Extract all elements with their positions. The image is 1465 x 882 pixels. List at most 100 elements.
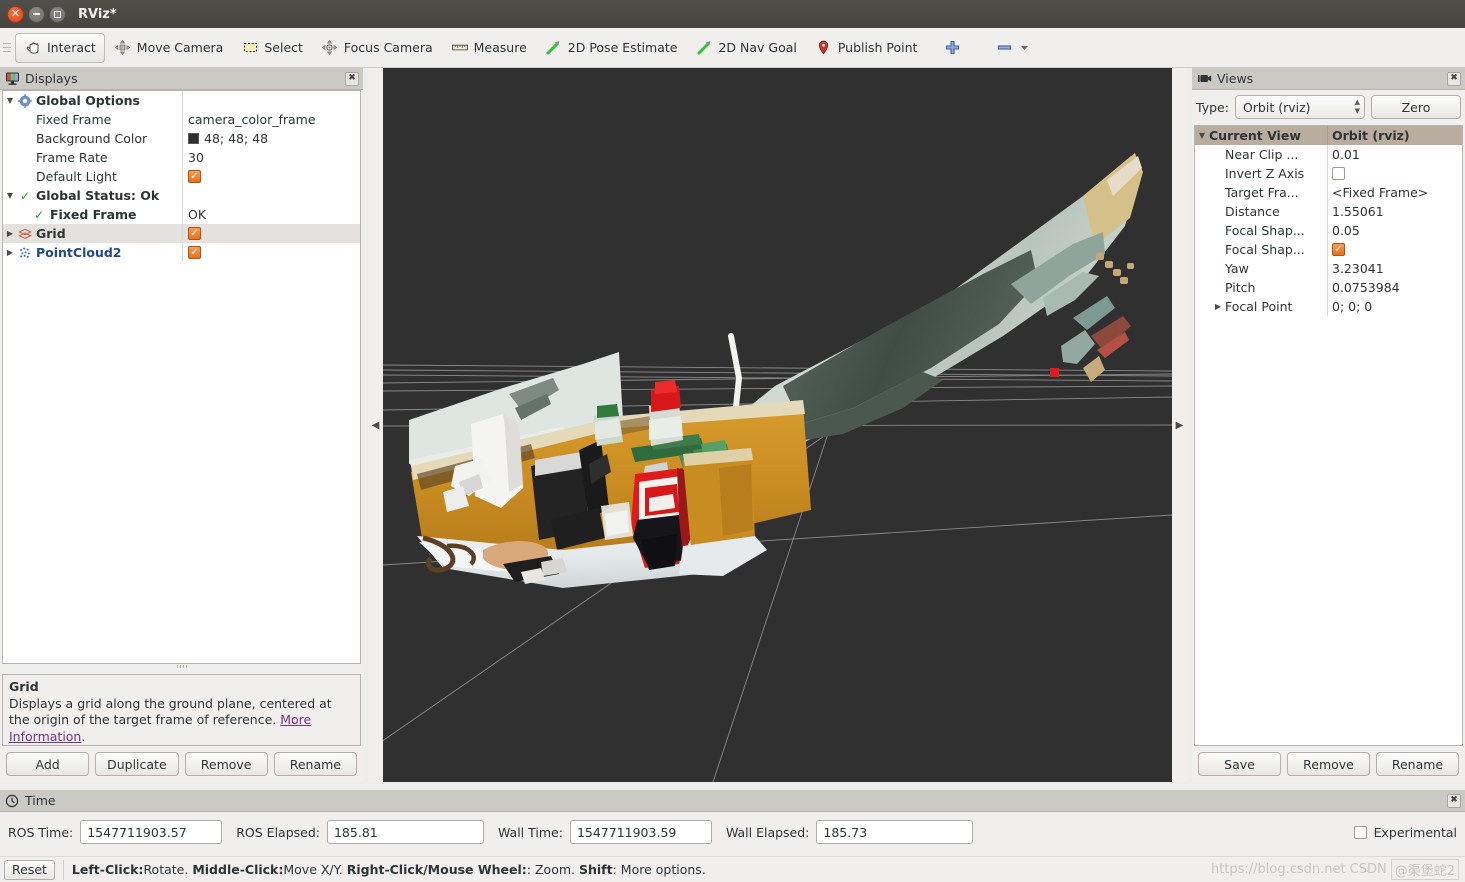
views-value-distance[interactable]: 1.55061 bbox=[1328, 202, 1462, 221]
collapse-right-panel-handle[interactable]: ▶ bbox=[1172, 68, 1187, 782]
tool-focus-camera[interactable]: Focus Camera bbox=[312, 33, 442, 63]
views-row-yaw[interactable]: Yaw 3.23041 bbox=[1195, 259, 1462, 278]
rename-button[interactable]: Rename bbox=[273, 752, 357, 776]
minimize-icon[interactable] bbox=[28, 5, 45, 23]
tree-row-global-status[interactable]: ▼ ✓ Global Status: Ok bbox=[3, 186, 360, 205]
checkbox-default-light[interactable]: ✓ bbox=[188, 170, 201, 183]
remove-button[interactable]: Remove bbox=[184, 752, 268, 776]
spinner-arrows-icon[interactable]: ▲ ▼ bbox=[1355, 99, 1360, 115]
status-bar: Reset Left-Click: Rotate. Middle-Click: … bbox=[0, 856, 1465, 882]
checkbox-grid[interactable]: ✓ bbox=[188, 227, 201, 240]
close-icon[interactable]: ✕ bbox=[7, 5, 24, 23]
views-row-target-frame[interactable]: Target Fra... <Fixed Frame> bbox=[1195, 183, 1462, 202]
expand-arrow-down-icon[interactable]: ▼ bbox=[3, 96, 17, 105]
displays-panel: Displays ✖ ▼ Global Options ▶ Fixed bbox=[0, 68, 363, 782]
tree-row-global-options[interactable]: ▼ Global Options bbox=[3, 91, 360, 110]
expand-arrow-down-icon[interactable]: ▼ bbox=[3, 191, 17, 200]
tree-row-background-color[interactable]: ▶ Background Color 48; 48; 48 bbox=[3, 129, 360, 148]
reset-button[interactable]: Reset bbox=[4, 859, 55, 880]
view-type-row: Type: Orbit (rviz) ▲ ▼ Zero bbox=[1192, 90, 1465, 123]
views-row-current-view[interactable]: ▼ Current View Orbit (rviz) bbox=[1195, 126, 1462, 145]
wall-elapsed-input[interactable]: 185.73 bbox=[816, 820, 974, 844]
zero-button[interactable]: Zero bbox=[1371, 95, 1461, 119]
watermark-user: @渠堡蛇2 bbox=[1390, 859, 1459, 880]
views-row-pitch[interactable]: Pitch 0.0753984 bbox=[1195, 278, 1462, 297]
tree-label-frame-rate: Frame Rate bbox=[36, 150, 108, 165]
tree-row-fixed-frame-status[interactable]: ▶ ✓ Fixed Frame OK bbox=[3, 205, 360, 224]
views-properties-tree[interactable]: ▼ Current View Orbit (rviz) Near Clip ..… bbox=[1194, 125, 1463, 746]
tool-publish-point[interactable]: Publish Point bbox=[806, 33, 927, 63]
expand-arrow-right-icon[interactable]: ▶ bbox=[3, 248, 17, 257]
views-panel-title: Views bbox=[1217, 71, 1254, 86]
tree-value-background-color[interactable]: 48; 48; 48 bbox=[183, 129, 360, 148]
tool-2d-nav-goal[interactable]: 2D Nav Goal bbox=[686, 33, 805, 63]
views-value-near-clip[interactable]: 0.01 bbox=[1328, 145, 1462, 164]
tool-move-camera[interactable]: Move Camera bbox=[105, 33, 233, 63]
rename-view-button[interactable]: Rename bbox=[1376, 752, 1459, 776]
tree-row-fixed-frame[interactable]: ▶ Fixed Frame camera_color_frame bbox=[3, 110, 360, 129]
render-viewport-3d[interactable] bbox=[383, 68, 1172, 782]
ros-time-input[interactable]: 1547711903.57 bbox=[80, 820, 223, 844]
tree-value-fixed-frame[interactable]: camera_color_frame bbox=[183, 110, 360, 129]
checkbox-pointcloud2[interactable]: ✓ bbox=[188, 246, 201, 259]
tool-select[interactable]: Select bbox=[232, 33, 312, 63]
time-panel-title: Time bbox=[25, 793, 56, 808]
views-value-yaw[interactable]: 3.23041 bbox=[1328, 259, 1462, 278]
displays-close-icon[interactable]: ✖ bbox=[345, 71, 359, 86]
views-value-focal-point[interactable]: 0; 0; 0 bbox=[1328, 297, 1462, 316]
experimental-toggle[interactable]: Experimental bbox=[1353, 825, 1457, 840]
remove-view-button[interactable]: Remove bbox=[1287, 752, 1370, 776]
add-button[interactable]: Add bbox=[6, 752, 90, 776]
views-close-icon[interactable]: ✖ bbox=[1447, 71, 1461, 86]
maximize-icon[interactable] bbox=[49, 5, 66, 23]
tree-row-pointcloud2[interactable]: ▶ PointCloud2 ✓ bbox=[3, 243, 360, 262]
views-value-pitch[interactable]: 0.0753984 bbox=[1328, 278, 1462, 297]
views-row-invert-z-axis[interactable]: Invert Z Axis ✓ bbox=[1195, 164, 1462, 183]
chevron-down-icon[interactable] bbox=[1018, 39, 1030, 57]
toolbar-drag-handle[interactable] bbox=[3, 39, 13, 57]
views-label-pitch: Pitch bbox=[1225, 280, 1256, 295]
minus-icon bbox=[995, 39, 1013, 57]
expand-arrow-right-icon[interactable]: ▶ bbox=[3, 229, 17, 238]
views-current-view-value: Orbit (rviz) bbox=[1332, 128, 1410, 143]
duplicate-button[interactable]: Duplicate bbox=[95, 752, 179, 776]
views-row-focal-shape-fixed[interactable]: Focal Shap... ✓ bbox=[1195, 240, 1462, 259]
views-label-target-frame: Target Fra... bbox=[1225, 185, 1299, 200]
views-row-near-clip[interactable]: Near Clip ... 0.01 bbox=[1195, 145, 1462, 164]
checkbox-focal-shape-fixed[interactable]: ✓ bbox=[1332, 243, 1345, 256]
checkbox-invert-z-axis[interactable]: ✓ bbox=[1332, 167, 1345, 180]
tool-add-button[interactable] bbox=[934, 33, 970, 63]
tree-value-frame-rate[interactable]: 30 bbox=[183, 148, 360, 167]
displays-splitter[interactable] bbox=[0, 664, 363, 669]
expand-arrow-down-icon[interactable]: ▼ bbox=[1195, 131, 1209, 140]
save-view-button[interactable]: Save bbox=[1198, 752, 1281, 776]
displays-panel-title: Displays bbox=[25, 71, 78, 86]
expand-arrow-right-icon[interactable]: ▶ bbox=[1211, 302, 1225, 311]
views-row-distance[interactable]: Distance 1.55061 bbox=[1195, 202, 1462, 221]
views-row-focal-shape-size[interactable]: Focal Shap... 0.05 bbox=[1195, 221, 1462, 240]
tree-row-default-light[interactable]: ▶ Default Light ✓ bbox=[3, 167, 360, 186]
tool-2d-pose-estimate[interactable]: 2D Pose Estimate bbox=[536, 33, 687, 63]
wall-time-input[interactable]: 1547711903.59 bbox=[569, 820, 712, 844]
color-swatch bbox=[188, 133, 199, 144]
tree-label-pointcloud2: PointCloud2 bbox=[36, 245, 122, 260]
tree-row-frame-rate[interactable]: ▶ Frame Rate 30 bbox=[3, 148, 360, 167]
collapse-left-panel-handle[interactable]: ◀ bbox=[368, 68, 383, 782]
time-close-icon[interactable]: ✖ bbox=[1447, 793, 1461, 808]
views-value-target-frame[interactable]: <Fixed Frame> bbox=[1328, 183, 1462, 202]
tool-measure[interactable]: Measure bbox=[442, 33, 536, 63]
ruler-icon bbox=[451, 39, 469, 57]
grid-icon bbox=[17, 226, 33, 242]
checkbox-experimental[interactable] bbox=[1353, 825, 1367, 839]
views-value-focal-shape-size[interactable]: 0.05 bbox=[1328, 221, 1462, 240]
ros-elapsed-input[interactable]: 185.81 bbox=[326, 820, 484, 844]
tool-remove-button[interactable] bbox=[986, 33, 1039, 63]
displays-tree[interactable]: ▼ Global Options ▶ Fixed Frame camera_co… bbox=[2, 90, 361, 664]
views-panel-titlebar: Views ✖ bbox=[1192, 68, 1465, 90]
tree-row-grid[interactable]: ▶ Grid ✓ bbox=[3, 224, 360, 243]
field-wall-time: Wall Time: 1547711903.59 bbox=[498, 820, 712, 844]
views-button-row: Save Remove Rename bbox=[1192, 746, 1465, 782]
views-row-focal-point[interactable]: ▶ Focal Point 0; 0; 0 bbox=[1195, 297, 1462, 316]
view-type-select[interactable]: Orbit (rviz) ▲ ▼ bbox=[1234, 95, 1365, 119]
tool-interact[interactable]: Interact bbox=[15, 32, 105, 63]
